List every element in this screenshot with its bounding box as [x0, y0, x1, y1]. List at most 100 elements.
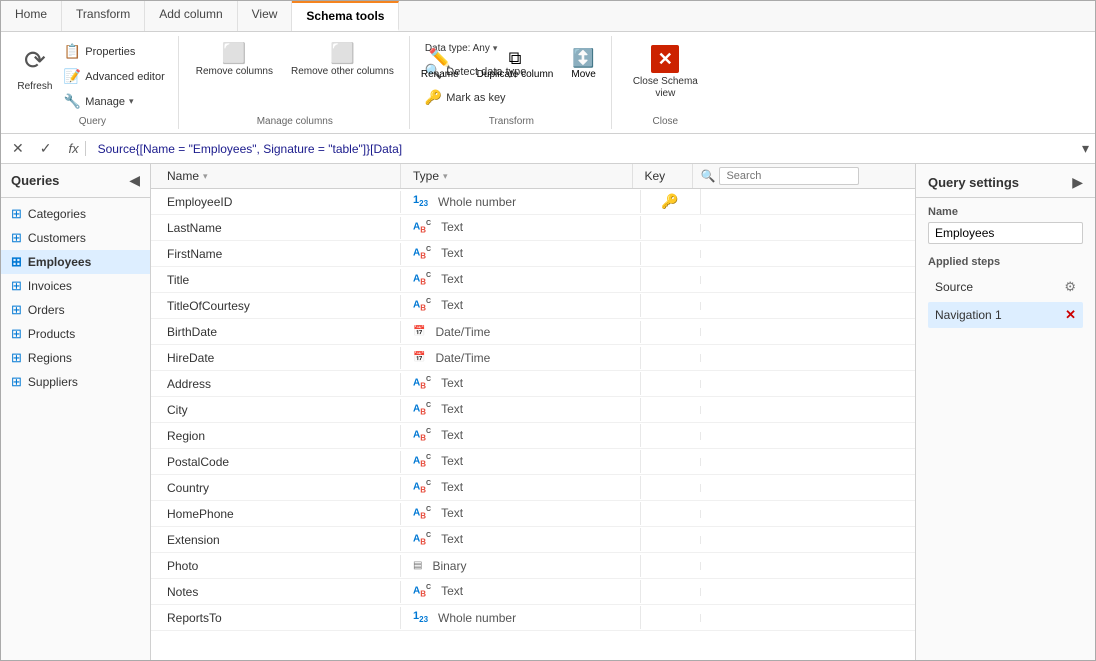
qs-step-source[interactable]: Source ⚙ [928, 274, 1083, 300]
table-row[interactable]: EmployeeID 123Whole number 🔑 [151, 189, 915, 215]
tab-view[interactable]: View [238, 1, 293, 31]
close-schema-icon: ✕ [651, 45, 679, 73]
ribbon-query-actions: 📋 Properties 📝 Advanced editor 🔧 Manage … [59, 40, 170, 113]
table-row[interactable]: Region ABCText [151, 423, 915, 449]
close-schema-view-button[interactable]: ✕ Close Schema view [622, 40, 709, 105]
table-row[interactable]: Notes ABCText [151, 579, 915, 605]
table-row[interactable]: City ABCText [151, 397, 915, 423]
table-row[interactable]: BirthDate 📅Date/Time [151, 319, 915, 345]
move-icon: ↕️ [572, 48, 594, 69]
row-field-type: 📅Date/Time [401, 321, 641, 343]
sidebar-item-employees-label: Employees [28, 255, 91, 269]
search-input[interactable] [719, 167, 859, 185]
type-label: Text [441, 480, 463, 494]
remove-other-columns-button[interactable]: ⬜ Remove other columns [284, 40, 401, 81]
duplicate-column-button[interactable]: ⧉ Duplicate column [470, 44, 561, 84]
employees-table-icon: ⊞ [11, 254, 22, 270]
sidebar-item-products-label: Products [28, 327, 75, 341]
sidebar-collapse-button[interactable]: ◀ [129, 172, 140, 189]
row-field-type: ABC Text [401, 372, 641, 394]
table-row[interactable]: Title ABCText [151, 267, 915, 293]
type-icon-123: 123 [413, 610, 428, 624]
col-header-name[interactable]: Name ▾ [151, 164, 401, 188]
type-label: Date/Time [435, 351, 490, 365]
manage-dropdown-icon: ▾ [129, 96, 134, 107]
app-window: Home Transform Add column View Schema to… [0, 0, 1096, 661]
manage-button[interactable]: 🔧 Manage ▾ [59, 90, 170, 113]
tab-home[interactable]: Home [1, 1, 62, 31]
sidebar-item-suppliers[interactable]: ⊞ Suppliers [1, 370, 150, 394]
remove-columns-button[interactable]: ⬜ Remove columns [189, 40, 280, 81]
invoices-table-icon: ⊞ [11, 278, 22, 294]
qs-step-navigation-delete-icon[interactable]: ✕ [1065, 307, 1076, 323]
sidebar-item-categories[interactable]: ⊞ Categories [1, 202, 150, 226]
table-row[interactable]: PostalCode ABCText [151, 449, 915, 475]
table-row[interactable]: TitleOfCourtesy ABCText [151, 293, 915, 319]
qs-step-navigation[interactable]: Navigation 1 ✕ [928, 302, 1083, 328]
properties-button[interactable]: 📋 Properties [59, 40, 170, 63]
rename-button[interactable]: ✏️ Rename [414, 44, 466, 84]
move-button[interactable]: ↕️ Move [564, 44, 602, 84]
ribbon-group-transform: Data type: Any ▾ 🔍 Detect data type 🔑 Ma… [412, 36, 612, 129]
sidebar-item-employees[interactable]: ⊞ Employees [1, 250, 150, 274]
type-label: Text [441, 298, 463, 312]
type-label: Text [441, 246, 463, 260]
type-icon-abc: ABC [413, 506, 431, 520]
table-row[interactable]: ReportsTo 123Whole number [151, 605, 915, 631]
sidebar-item-invoices[interactable]: ⊞ Invoices [1, 274, 150, 298]
formula-confirm-button[interactable]: ✓ [35, 137, 57, 160]
row-field-key: 🔑 [641, 189, 701, 214]
sidebar-item-regions[interactable]: ⊞ Regions [1, 346, 150, 370]
qs-step-source-gear-icon[interactable]: ⚙ [1064, 279, 1076, 295]
refresh-label: Refresh [17, 81, 52, 92]
sidebar-item-customers-label: Customers [28, 231, 86, 245]
schema-content-area: Name ▾ Type ▾ Key 🔍 EmployeeID [151, 164, 915, 660]
type-icon-abc: ABC [413, 402, 431, 416]
formula-input[interactable] [92, 140, 1076, 158]
rename-icon: ✏️ [429, 48, 451, 69]
table-row[interactable]: FirstName ABCText [151, 241, 915, 267]
type-icon-abc: ABC [413, 428, 431, 442]
table-row[interactable]: Extension ABCText [151, 527, 915, 553]
table-row[interactable]: HireDate 📅Date/Time [151, 345, 915, 371]
table-row[interactable]: LastName ABCText [151, 215, 915, 241]
row-field-name: Photo [151, 555, 401, 577]
sidebar-item-invoices-label: Invoices [28, 279, 72, 293]
sidebar-item-customers[interactable]: ⊞ Customers [1, 226, 150, 250]
row-field-key [641, 380, 701, 388]
tab-transform[interactable]: Transform [62, 1, 145, 31]
row-field-type: ABCText [401, 580, 641, 602]
row-field-name: EmployeeID [151, 191, 401, 213]
advanced-editor-button[interactable]: 📝 Advanced editor [59, 65, 170, 88]
table-row[interactable]: HomePhone ABCText [151, 501, 915, 527]
row-field-name: Country [151, 477, 401, 499]
col-header-type[interactable]: Type ▾ [401, 164, 633, 188]
table-row[interactable]: Address ABCText [151, 371, 915, 397]
type-label: Text [441, 584, 463, 598]
categories-table-icon: ⊞ [11, 206, 22, 222]
table-row[interactable]: Photo ▤Binary [151, 553, 915, 579]
row-field-type: ABCText [401, 450, 641, 472]
qs-name-input[interactable] [928, 222, 1083, 244]
refresh-button[interactable]: ⟳ Refresh [15, 40, 55, 95]
sidebar-title: Queries [11, 173, 59, 188]
qs-expand-icon[interactable]: ▶ [1072, 174, 1083, 191]
formula-expand-icon[interactable]: ▾ [1082, 140, 1089, 157]
tab-add-column[interactable]: Add column [145, 1, 237, 31]
move-label: Move [571, 69, 595, 80]
sidebar-item-products[interactable]: ⊞ Products [1, 322, 150, 346]
type-icon-123: 123 [413, 194, 428, 208]
row-field-key [641, 484, 701, 492]
products-table-icon: ⊞ [11, 326, 22, 342]
key-icon: 🔑 [661, 193, 678, 210]
tab-schema-tools[interactable]: Schema tools [292, 1, 399, 31]
ribbon-group-query: ⟳ Refresh 📋 Properties 📝 Advanced editor [7, 36, 179, 129]
table-row[interactable]: Country ABCText [151, 475, 915, 501]
formula-cancel-button[interactable]: ✕ [7, 137, 29, 160]
sidebar-item-orders[interactable]: ⊞ Orders [1, 298, 150, 322]
type-icon-abc: ABC [413, 376, 431, 390]
qs-applied-steps-label: Applied steps [928, 256, 1083, 268]
type-icon-abc: ABC [413, 532, 431, 546]
orders-table-icon: ⊞ [11, 302, 22, 318]
type-label: Text [441, 376, 463, 390]
